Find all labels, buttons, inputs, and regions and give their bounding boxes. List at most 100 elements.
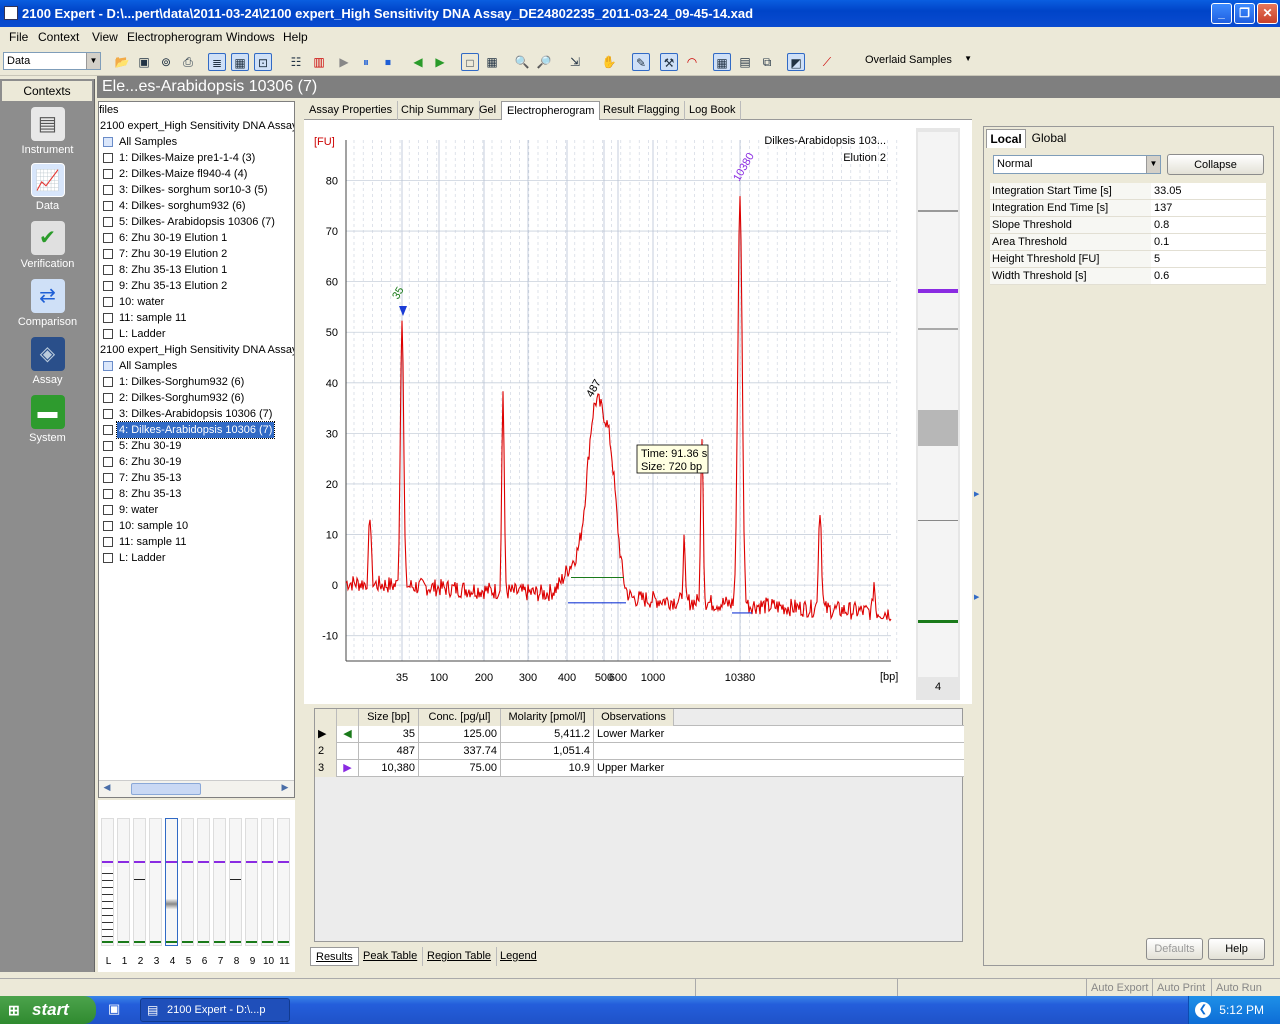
zoom-in-icon[interactable]: 🔍 <box>513 53 531 71</box>
sample-checkbox[interactable] <box>103 425 113 435</box>
save-icon[interactable]: ▣ <box>135 53 153 71</box>
sample-checkbox[interactable] <box>103 233 113 243</box>
tab-assay-properties[interactable]: Assay Properties <box>304 101 399 120</box>
property-row[interactable]: Height Threshold [FU] 5 <box>990 251 1266 268</box>
tab-region-table[interactable]: Region Table <box>422 947 498 966</box>
context-comparison[interactable]: ⇄ Comparison <box>0 279 95 328</box>
back-arrow-icon[interactable]: ◀ <box>409 53 427 71</box>
tab-results[interactable]: Results <box>310 947 359 966</box>
sample-checkbox[interactable] <box>103 393 113 403</box>
context-system[interactable]: ▬ System <box>0 395 95 444</box>
tree-sample-item[interactable]: 7: Zhu 35-13 <box>99 470 294 486</box>
help-button[interactable]: Help <box>1208 938 1265 960</box>
close-button[interactable]: ✕ <box>1257 3 1278 24</box>
sample-checkbox[interactable] <box>103 505 113 515</box>
sample-checkbox[interactable] <box>103 265 113 275</box>
tree-sample-item[interactable]: L: Ladder <box>99 326 294 342</box>
tree-sample-item[interactable]: 3: Dilkes- sorghum sor10-3 (5) <box>99 182 294 198</box>
results-view-icon[interactable]: ⊡ <box>254 53 272 71</box>
sample-checkbox[interactable] <box>103 249 113 259</box>
tree-sample-item[interactable]: 8: Zhu 35-13 <box>99 486 294 502</box>
table-row[interactable]: 3 ▶ 10,380 75.00 10.9 Upper Marker <box>315 760 964 777</box>
tree-sample-item[interactable]: L: Ladder <box>99 550 294 566</box>
property-row[interactable]: Integration End Time [s] 137 <box>990 200 1266 217</box>
tree-sample-item[interactable]: 11: sample 11 <box>99 534 294 550</box>
sample-checkbox[interactable] <box>103 297 113 307</box>
table-icon[interactable]: ▦ <box>713 53 731 71</box>
maximize-button[interactable]: ❐ <box>1234 3 1255 24</box>
gel-lane[interactable] <box>149 818 162 946</box>
tree-sample-item[interactable]: 2: Dilkes-Sorghum932 (6) <box>99 390 294 406</box>
single-pane-icon[interactable]: □ <box>461 53 479 71</box>
tree-sample-item[interactable]: 5: Zhu 30-19 <box>99 438 294 454</box>
open-folder-icon[interactable]: 📂 <box>113 53 131 71</box>
integration-mode-select[interactable]: Normal ▼ <box>993 155 1161 174</box>
sample-checkbox[interactable] <box>103 553 113 563</box>
tree-sample-item[interactable]: 8: Zhu 35-13 Elution 1 <box>99 262 294 278</box>
print-icon[interactable]: ⎙ <box>179 53 197 71</box>
tree-sample-item[interactable]: 1: Dilkes-Maize pre1-1-4 (3) <box>99 150 294 166</box>
sample-checkbox[interactable] <box>103 473 113 483</box>
property-row[interactable]: Width Threshold [s] 0.6 <box>990 268 1266 285</box>
tab-log-book[interactable]: Log Book <box>684 101 742 120</box>
gel-lane[interactable] <box>277 818 290 946</box>
gel-thumbnail[interactable]: L 1 2 3 4 5 6 7 8 9 10 11 <box>98 800 295 972</box>
scroll-thumb[interactable] <box>131 783 201 795</box>
tree-sample-item[interactable]: 1: Dilkes-Sorghum932 (6) <box>99 374 294 390</box>
gel-lane[interactable] <box>229 818 242 946</box>
collapse-button[interactable]: Collapse <box>1167 154 1264 175</box>
defaults-button[interactable]: Defaults <box>1146 938 1203 960</box>
property-row[interactable]: Integration Start Time [s] 33.05 <box>990 183 1266 200</box>
column-header[interactable]: Molarity [pmol/l] <box>501 709 594 726</box>
start-button[interactable]: ⊞ start <box>0 996 96 1024</box>
table-row[interactable]: ▶ ◀ 35 125.00 5,411.2 Lower Marker <box>315 726 964 743</box>
property-value[interactable]: 5 <box>1151 251 1266 267</box>
gel-lane[interactable] <box>165 818 178 946</box>
tree-sample-item[interactable]: 3: Dilkes-Arabidopsis 10306 (7) <box>99 406 294 422</box>
sample-checkbox[interactable] <box>103 441 113 451</box>
property-row[interactable]: Slope Threshold 0.8 <box>990 217 1266 234</box>
tree-sample-item[interactable]: 5: Dilkes- Arabidopsis 10306 (7) <box>99 214 294 230</box>
electropherogram-chart[interactable]: -100102030405060708035 100 200 300 400 500600… <box>304 120 972 704</box>
context-assay[interactable]: ◈ Assay <box>0 337 95 386</box>
sample-checkbox[interactable] <box>103 169 113 179</box>
peak-tool-icon[interactable]: ⚒ <box>660 53 678 71</box>
marker-tool-icon[interactable]: ✎ <box>632 53 650 71</box>
quicklaunch-icon[interactable]: ▣ <box>108 1001 126 1019</box>
sample-checkbox[interactable] <box>103 377 113 387</box>
sample-checkbox[interactable] <box>103 537 113 547</box>
menu-view[interactable]: View <box>92 30 118 44</box>
tree-sample-item[interactable]: 2: Dilkes-Maize fl940-4 (4) <box>99 166 294 182</box>
tree-sample-item[interactable]: 4: Dilkes- sorghum932 (6) <box>99 198 294 214</box>
tree-sample-item[interactable]: 4: Dilkes-Arabidopsis 10306 (7) <box>99 421 294 439</box>
tree-sample-item[interactable]: 9: water <box>99 502 294 518</box>
gel-lane[interactable] <box>117 818 130 946</box>
tab-peak-table[interactable]: Peak Table <box>358 947 424 966</box>
context-data[interactable]: 📈 Data <box>0 163 95 212</box>
column-header[interactable]: Conc. [pg/µl] <box>419 709 501 726</box>
tree-sample-item[interactable]: 7: Zhu 30-19 Elution 2 <box>99 246 294 262</box>
sample-checkbox[interactable] <box>103 217 113 227</box>
gel-view-icon[interactable]: ▦ <box>231 53 249 71</box>
tray-arrow-icon[interactable]: ❮ <box>1195 1002 1211 1018</box>
menu-context[interactable]: Context <box>38 30 79 44</box>
gel-lane[interactable] <box>197 818 210 946</box>
property-value[interactable]: 0.6 <box>1151 268 1266 284</box>
table-row[interactable]: 2 487 337.74 1,051.4 <box>315 743 964 760</box>
tab-legend[interactable]: Legend <box>495 947 542 966</box>
stop-icon[interactable]: ⏹ <box>379 53 397 71</box>
hand-tool-icon[interactable]: ✋ <box>600 53 618 71</box>
tab-chip-summary[interactable]: Chip Summary <box>396 101 480 120</box>
property-value[interactable]: 0.1 <box>1151 234 1266 250</box>
context-instrument[interactable]: ▤ Instrument <box>0 107 95 156</box>
gel-lane[interactable] <box>213 818 226 946</box>
property-value[interactable]: 137 <box>1151 200 1266 216</box>
forward-arrow-icon[interactable]: ▶ <box>431 53 449 71</box>
expand-arrow-icon[interactable]: ▶ <box>974 593 979 601</box>
grid-pane-icon[interactable]: ▦ <box>483 53 501 71</box>
tree-sample-item[interactable]: 6: Zhu 30-19 Elution 1 <box>99 230 294 246</box>
menu-electropherogram[interactable]: Electropherogram <box>127 30 222 44</box>
context-select[interactable]: Data ▼ <box>3 52 101 70</box>
export-icon[interactable]: ⊚ <box>157 53 175 71</box>
menu-windows[interactable]: Windows <box>226 30 275 44</box>
